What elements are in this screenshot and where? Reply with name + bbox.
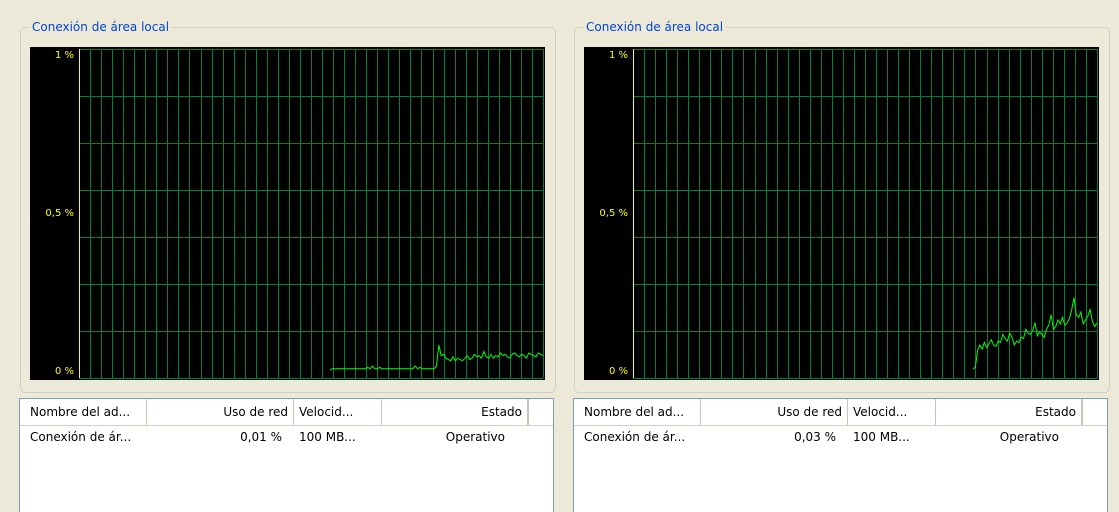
network-graph: 1 % 0,5 % 0 %	[30, 47, 545, 380]
table-header: Nombre del ad... Uso de red Velocid... E…	[20, 399, 553, 426]
network-graph: 1 % 0,5 % 0 %	[584, 47, 1099, 380]
axis-label-top: 1 %	[609, 50, 628, 61]
network-group-1: Conexión de área local 1 % 0,5 % 0 %	[20, 19, 556, 393]
cell-state: Operativo	[445, 430, 505, 444]
cell-adapter-name: Conexión de ár...	[584, 430, 686, 444]
column-header-name[interactable]: Nombre del ad...	[20, 399, 147, 425]
table-header: Nombre del ad... Uso de red Velocid... E…	[574, 399, 1107, 426]
network-group-2: Conexión de área local 1 % 0,5 % 0 %	[574, 19, 1110, 393]
usage-trace	[972, 297, 1098, 370]
group-title: Conexión de área local	[583, 19, 727, 35]
cell-link-speed: 100 MB...	[299, 430, 356, 444]
cell-adapter-name: Conexión de ár...	[30, 430, 132, 444]
column-header-speed[interactable]: Velocid...	[294, 399, 382, 425]
column-header-status[interactable]: Estado	[382, 399, 528, 425]
grid-lines	[633, 49, 1098, 379]
column-header-name[interactable]: Nombre del ad...	[574, 399, 701, 425]
grid-lines	[79, 49, 544, 379]
table-row[interactable]: Conexión de ár... 0,01 % 100 MB... Opera…	[20, 427, 553, 447]
network-panel-2: Conexión de área local 1 % 0,5 % 0 % Nom…	[564, 0, 1116, 512]
network-panel-1: Conexión de área local 1 % 0,5 % 0 % Nom…	[10, 0, 562, 512]
axis-label-top: 1 %	[55, 50, 74, 61]
network-usage-chart: 1 % 0,5 % 0 %	[45, 49, 544, 379]
column-header-speed[interactable]: Velocid...	[848, 399, 936, 425]
usage-trace	[329, 344, 544, 371]
cell-state: Operativo	[999, 430, 1059, 444]
adapter-table: Nombre del ad... Uso de red Velocid... E…	[19, 398, 554, 512]
axis-label-bottom: 0 %	[55, 366, 74, 377]
column-header-filler	[528, 399, 553, 425]
column-header-usage[interactable]: Uso de red	[147, 399, 294, 425]
axis-label-mid: 0,5 %	[599, 208, 628, 219]
cell-network-usage: 0,01 %	[240, 430, 282, 444]
axis-label-bottom: 0 %	[609, 366, 628, 377]
column-header-status[interactable]: Estado	[936, 399, 1082, 425]
column-header-usage[interactable]: Uso de red	[701, 399, 848, 425]
table-row[interactable]: Conexión de ár... 0,03 % 100 MB... Opera…	[574, 427, 1107, 447]
column-header-filler	[1082, 399, 1107, 425]
axis-label-mid: 0,5 %	[45, 208, 74, 219]
cell-network-usage: 0,03 %	[794, 430, 836, 444]
cell-link-speed: 100 MB...	[853, 430, 910, 444]
group-title: Conexión de área local	[29, 19, 173, 35]
adapter-table: Nombre del ad... Uso de red Velocid... E…	[573, 398, 1108, 512]
network-usage-chart: 1 % 0,5 % 0 %	[599, 49, 1098, 379]
